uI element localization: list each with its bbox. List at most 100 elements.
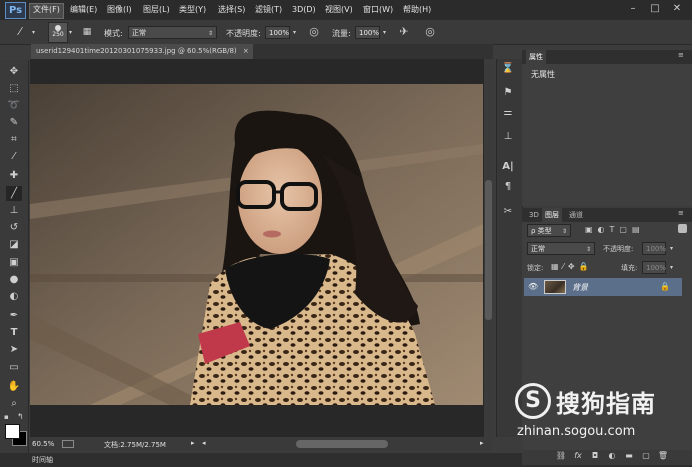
document-info: 文档:2.75M/2.75M [104,441,166,449]
document-tab[interactable]: userid129401time20120301075933.jpg @ 60.… [31,44,253,59]
move-icon[interactable]: ✥ [6,64,22,79]
status-export-icon[interactable] [62,440,74,448]
restore-button[interactable]: □ [648,3,662,15]
layer-filter-select[interactable]: ρ 类型 ⇕ [527,224,571,237]
mode-select[interactable]: 正常 ⇕ [128,26,217,39]
chevron-down-icon[interactable]: ▾ [383,29,386,36]
close-tab-icon[interactable]: × [243,47,249,55]
quick-select-icon[interactable]: ✎ [6,115,22,130]
character-panel-icon[interactable]: A| [499,160,517,174]
zoom-level[interactable]: 60.5% [32,440,54,448]
app-logo: Ps [5,2,26,19]
history-panel-icon[interactable]: ⌛ [499,62,517,76]
menu-file[interactable]: 文件(F) [29,3,64,19]
chevron-down-icon[interactable]: ▾ [670,245,673,252]
layer-name[interactable]: 背景 [572,282,588,293]
brush-preset-icon[interactable]: ⁄ [12,25,28,39]
tab-properties[interactable]: 属性 [526,50,546,64]
close-window-button[interactable]: ✕ [670,3,684,15]
panel-menu-icon[interactable]: ≡ [678,51,684,59]
menu-help[interactable]: 帮助(H) [400,3,434,17]
path-select-icon[interactable]: ➤ [6,342,22,357]
layer-filter-icons[interactable]: ▣◐T▢▤ [585,225,645,234]
pen-icon[interactable]: ✒ [6,308,22,323]
menu-layer[interactable]: 图层(L) [140,3,173,17]
eye-icon[interactable]: 👁 [528,282,538,291]
brush-size-swatch[interactable]: 250 [48,22,68,43]
pressure-opacity-icon[interactable]: ◎ [307,25,321,39]
blend-mode-select[interactable]: 正常 ⇕ [527,242,595,255]
menu-image[interactable]: 图像(I) [104,3,135,17]
chevron-down-icon: ⇕ [561,228,567,235]
status-menu-arrow-icon[interactable]: ▸ [191,439,195,447]
chevron-down-icon[interactable]: ▾ [32,29,35,36]
layer-filter-value: ρ 类型 [531,227,552,235]
delete-layer-icon[interactable]: 🗑 [657,451,669,460]
adjustment-layer-icon[interactable]: ◐ [606,451,618,460]
link-layers-icon[interactable]: ⛓ [555,451,567,460]
new-group-icon[interactable]: ▬ [623,451,635,460]
actions-panel-icon[interactable]: ⚑ [499,86,517,100]
healing-icon[interactable]: ✚ [6,168,22,183]
menu-filter[interactable]: 滤镜(T) [252,3,285,17]
scroll-left-icon[interactable]: ◂ [202,439,206,447]
hand-icon[interactable]: ✋ [6,379,22,394]
panel-menu-icon[interactable]: ≡ [678,209,684,217]
zoom-icon[interactable]: ⌕ [6,396,22,411]
type-icon[interactable]: T [6,325,22,340]
tab-layers[interactable]: 图层 [542,208,562,222]
tool-presets-icon[interactable]: ✂ [499,205,517,219]
fill-input[interactable]: 100% [642,261,666,274]
portrait-photo [30,84,483,405]
adjustments-panel-icon[interactable]: ⚌ [499,106,517,120]
eraser-icon[interactable]: ◪ [6,237,22,252]
blur-icon[interactable]: ● [6,272,22,287]
foreground-color-swatch[interactable] [5,424,20,439]
document-title: userid129401time20120301075933.jpg @ 60.… [36,47,237,55]
stamp-icon[interactable]: ⊥ [6,203,22,218]
airbrush-icon[interactable]: ✈ [397,25,411,39]
minimize-button[interactable]: – [626,3,640,15]
document-image[interactable] [30,84,483,405]
chevron-down-icon[interactable]: ▾ [670,264,673,271]
vertical-scroll-thumb[interactable] [485,180,492,320]
lock-icons[interactable]: ▦⁄✥🔒 [551,262,593,271]
scroll-right-icon[interactable]: ▸ [480,439,484,447]
chevron-down-icon[interactable]: ▾ [293,29,296,36]
properties-empty-text: 无属性 [531,70,555,79]
new-layer-icon[interactable]: ▢ [640,451,652,460]
marquee-icon[interactable]: ⬚ [6,81,22,96]
history-brush-icon[interactable]: ↺ [6,220,22,235]
tab-3d[interactable]: 3D [526,208,542,222]
tab-channels[interactable]: 通道 [566,208,586,222]
eyedropper-icon[interactable]: ⁄ [6,149,22,164]
menu-window[interactable]: 窗口(W) [360,3,396,17]
brush-panel-icon[interactable]: ⊥ [499,130,517,144]
gradient-icon[interactable]: ▣ [6,255,22,270]
horizontal-scroll-thumb[interactable] [296,440,388,448]
layer-mask-icon[interactable]: ◘ [589,451,601,460]
menu-3d[interactable]: 3D(D) [289,3,319,17]
layer-style-icon[interactable]: fx [572,451,584,460]
menu-type[interactable]: 类型(Y) [176,3,209,17]
menu-edit[interactable]: 编辑(E) [67,3,100,17]
crop-icon[interactable]: ⌗ [6,132,22,147]
flow-label: 流量: [332,29,351,38]
lasso-icon[interactable]: ➰ [6,98,22,113]
filter-toggle-icon[interactable] [678,224,687,233]
menu-select[interactable]: 选择(S) [215,3,248,17]
dodge-icon[interactable]: ◐ [6,289,22,304]
opacity-input[interactable]: 100% [265,26,290,39]
brush-icon[interactable]: ╱ [6,186,22,201]
shape-icon[interactable]: ▭ [6,360,22,375]
chevron-down-icon[interactable]: ▾ [69,29,72,36]
timeline-tab[interactable]: 时间轴 [32,455,53,465]
brush-panel-icon[interactable]: ▦ [80,25,94,39]
flow-input[interactable]: 100% [355,26,380,39]
layer-opacity-input[interactable]: 100% [642,242,666,255]
menu-view[interactable]: 视图(V) [322,3,356,17]
swap-colors-icon[interactable]: ↰ [17,412,24,421]
pressure-size-icon[interactable]: ◎ [423,25,437,39]
default-colors-icon[interactable]: ▪ [4,413,9,421]
paragraph-panel-icon[interactable]: ¶ [499,180,517,194]
